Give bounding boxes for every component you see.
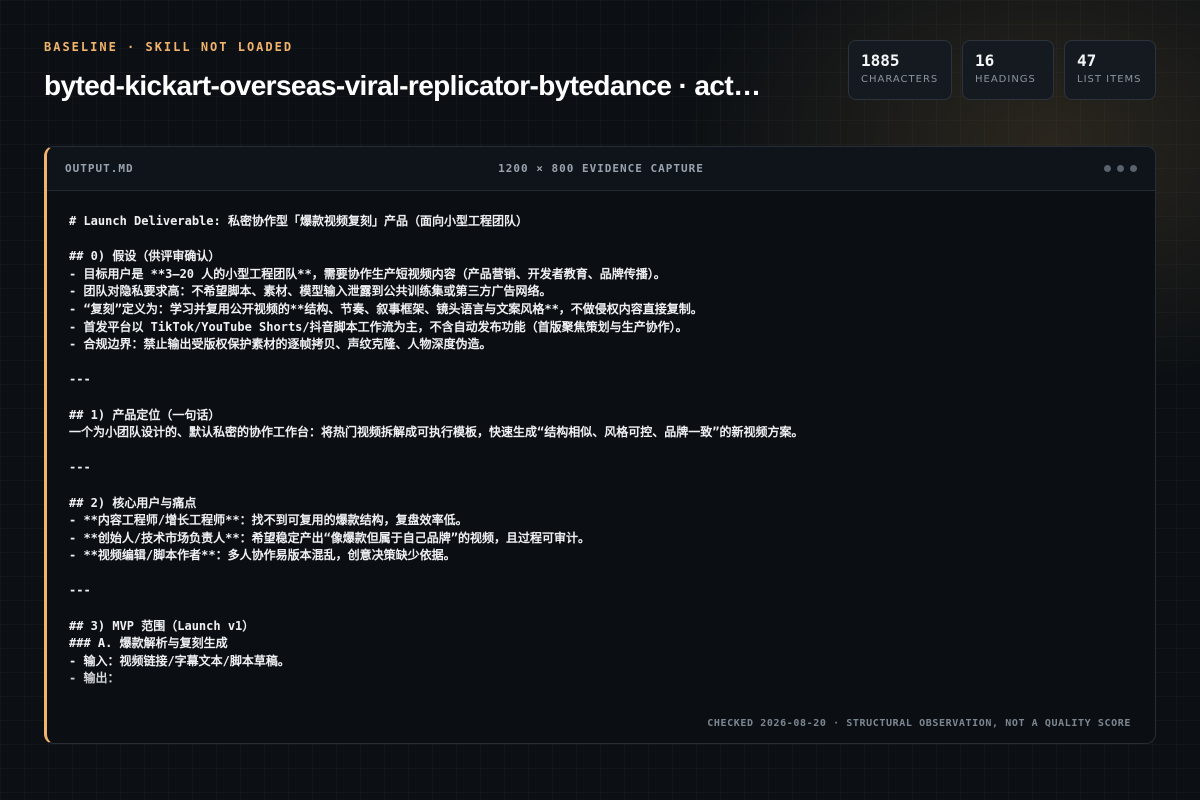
code-line: ## 3) MVP 范围（Launch v1） xyxy=(69,618,255,633)
code-line: - 目标用户是 **3–20 人的小型工程团队**，需要协作生产短视频内容（产品… xyxy=(69,266,666,281)
panel-filename: OUTPUT.MD xyxy=(65,162,134,175)
stat-value: 47 xyxy=(1077,51,1097,70)
code-line: - 合规边界：禁止输出受版权保护素材的逐帧拷贝、声纹克隆、人物深度伪造。 xyxy=(69,337,492,352)
stat-card-list-items: 47 LIST ITEMS xyxy=(1064,40,1156,100)
code-line: - 团队对隐私要求高：不希望脚本、素材、模型输入泄露到公共训练集或第三方广告网络… xyxy=(69,284,552,299)
dot-icon xyxy=(1117,165,1124,172)
stat-label: HEADINGS xyxy=(975,74,1036,85)
stat-label: CHARACTERS xyxy=(861,74,939,85)
stat-label: LIST ITEMS xyxy=(1077,74,1142,85)
code-line: - 输入：视频链接/字幕文本/脚本草稿。 xyxy=(69,653,290,668)
panel-header: OUTPUT.MD 1200 × 800 EVIDENCE CAPTURE xyxy=(47,147,1155,191)
dot-icon xyxy=(1130,165,1137,172)
code-line: - 输出： xyxy=(69,671,120,686)
stat-value: 16 xyxy=(975,51,995,70)
code-line: - **内容工程师/增长工程师**：找不到可复用的爆款结构，复盘效率低。 xyxy=(69,513,468,528)
code-line: - **视频编辑/脚本作者**：多人协作易版本混乱，创意决策缺少依据。 xyxy=(69,548,456,563)
code-line: - **创始人/技术市场负责人**：希望稳定产出“像爆款但属于自己品牌”的视频，… xyxy=(69,530,591,545)
code-line: --- xyxy=(69,583,91,598)
panel-caption: 1200 × 800 EVIDENCE CAPTURE xyxy=(498,162,704,175)
markdown-output[interactable]: # Launch Deliverable: 私密协作型「爆款视频复刻」产品（面向… xyxy=(47,191,1155,743)
stat-card-headings: 16 HEADINGS xyxy=(962,40,1054,100)
dot-icon xyxy=(1104,165,1111,172)
code-line: ## 0) 假设（供评审确认） xyxy=(69,249,221,264)
code-line: - 首发平台以 TikTok/YouTube Shorts/抖音脚本工作流为主，… xyxy=(69,319,688,334)
code-line: 一个为小团队设计的、默认私密的协作工作台：将热门视频拆解成可执行模板，快速生成“… xyxy=(69,425,804,440)
code-line: ## 1) 产品定位（一句话） xyxy=(69,407,221,422)
eyebrow-label: BASELINE · SKILL NOT LOADED xyxy=(44,40,294,54)
code-line: # Launch Deliverable: 私密协作型「爆款视频复刻」产品（面向… xyxy=(69,214,528,228)
stat-value: 1885 xyxy=(861,51,900,70)
code-line: ## 2) 核心用户与痛点 xyxy=(69,495,197,510)
stat-card-characters: 1885 CHARACTERS xyxy=(848,40,952,100)
stats-group: 1885 CHARACTERS 16 HEADINGS 47 LIST ITEM… xyxy=(848,40,1156,100)
code-line: - “复刻”定义为：学习并复用公开视频的**结构、节奏、叙事框架、镜头语言与文案… xyxy=(69,301,703,316)
page-title: byted-kickart-overseas-viral-replicator-… xyxy=(44,70,761,101)
code-line: --- xyxy=(69,372,91,387)
output-panel: OUTPUT.MD 1200 × 800 EVIDENCE CAPTURE # … xyxy=(44,146,1156,744)
footer-note: CHECKED 2026-08-20 · STRUCTURAL OBSERVAT… xyxy=(701,718,1131,729)
code-line: --- xyxy=(69,460,91,475)
code-line: ### A. 爆款解析与复刻生成 xyxy=(69,636,228,651)
window-controls xyxy=(1104,165,1137,172)
